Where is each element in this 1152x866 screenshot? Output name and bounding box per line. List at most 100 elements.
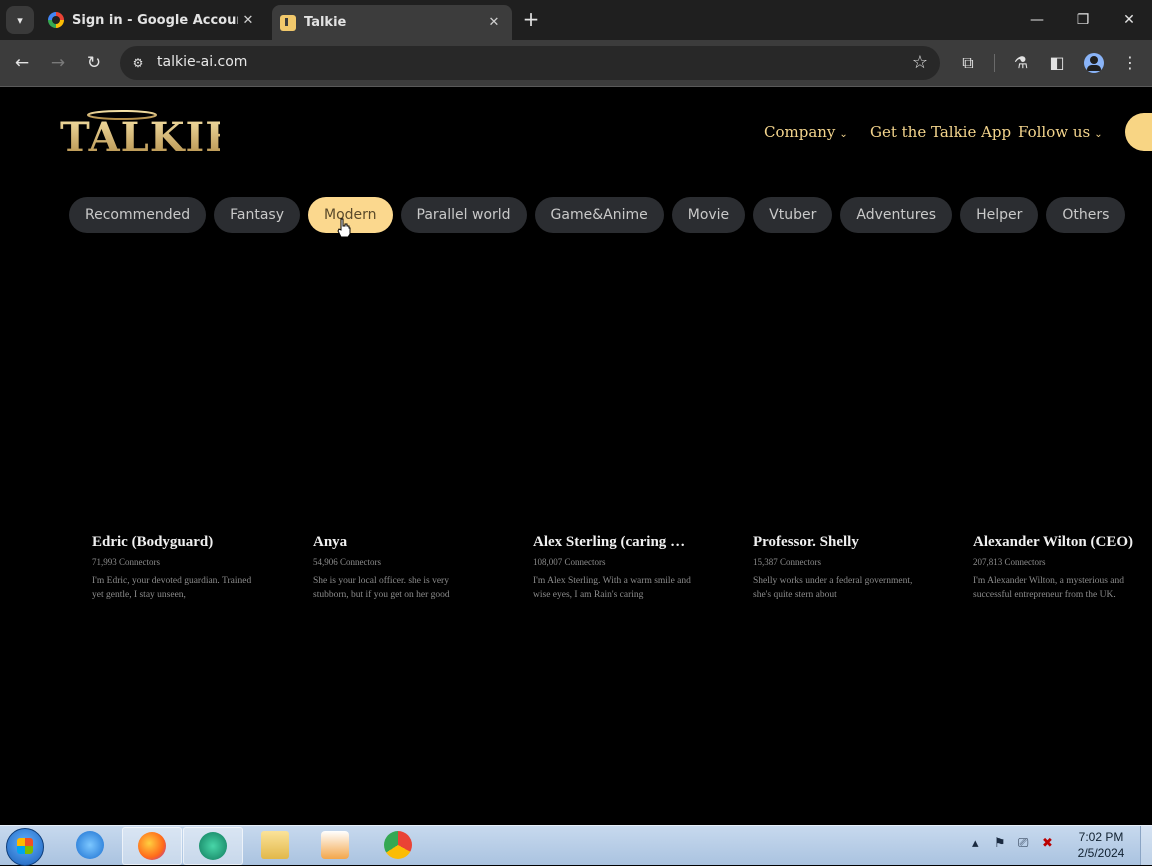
flask-icon: ⚗ <box>1013 53 1029 72</box>
arrow-left-icon: ← <box>14 53 30 73</box>
system-clock[interactable]: 7:02 PM 2/5/2024 <box>1072 829 1130 861</box>
close-icon: ✕ <box>1123 12 1135 28</box>
restore-icon: ❐ <box>1076 12 1090 28</box>
forward-button[interactable]: → <box>46 51 70 75</box>
back-button[interactable]: ← <box>10 51 34 75</box>
toolbar-divider <box>994 54 995 72</box>
nav-company[interactable]: Company ⌄ <box>764 123 848 141</box>
character-connectors: 207,813 Connectors <box>973 557 1046 567</box>
media-player-icon <box>321 831 349 859</box>
character-card[interactable]: Edric (Bodyguard) 71,993 Connectors I'm … <box>92 534 292 602</box>
more-vert-icon: ⋮ <box>1122 53 1138 72</box>
reload-icon: ↻ <box>86 53 102 73</box>
firefox-icon <box>138 832 166 860</box>
nav-get-app[interactable]: Get the Talkie App <box>870 123 1011 141</box>
hand-cursor-icon <box>337 218 351 238</box>
category-chip-game-anime[interactable]: Game&Anime <box>534 197 664 233</box>
puzzle-icon: ⧉ <box>962 53 974 72</box>
character-connectors: 71,993 Connectors <box>92 557 160 567</box>
logo-text: TALKIE <box>60 114 220 159</box>
chevron-down-icon: ⌄ <box>839 129 848 140</box>
browser-toolbar: ← → ↻ ⚙ talkie-ai.com ☆ ⧉ ⚗ ◧ ⋮ <box>0 40 1152 87</box>
chrome-icon <box>384 831 412 859</box>
action-center-icon[interactable]: ⚑ <box>994 836 1006 851</box>
taskbar-internet-explorer[interactable] <box>61 827 119 863</box>
login-button[interactable] <box>1125 113 1152 151</box>
chrome-menu-button[interactable]: ⋮ <box>1118 51 1142 75</box>
category-chip-others[interactable]: Others <box>1046 197 1126 233</box>
windows-taskbar: ▴ ⚑ ⎚ ✖ 7:02 PM 2/5/2024 <box>0 825 1152 866</box>
character-connectors: 54,906 Connectors <box>313 557 381 567</box>
character-connectors: 15,387 Connectors <box>753 557 821 567</box>
side-panel-icon: ◧ <box>1049 53 1065 72</box>
tab-title: Sign in - Google Accounts <box>72 12 238 28</box>
google-favicon-icon <box>48 12 64 28</box>
category-chip-parallel-world[interactable]: Parallel world <box>400 197 527 233</box>
talkie-logo[interactable]: TALKIE <box>60 109 220 159</box>
character-card[interactable]: Professor. Shelly 15,387 Connectors Shel… <box>753 534 953 602</box>
character-name: Anya <box>313 534 348 550</box>
site-info-icon[interactable]: ⚙ <box>130 55 146 71</box>
character-card[interactable]: Alex Sterling (caring brother) 108,007 C… <box>533 534 693 602</box>
arrow-right-icon: → <box>50 53 66 73</box>
nav-get-app-label: Get the Talkie App <box>870 123 1012 141</box>
extensions-button[interactable]: ⧉ <box>956 51 980 75</box>
tab-title: Talkie <box>304 15 347 30</box>
character-name: Alexander Wilton (CEO) <box>973 534 1134 550</box>
triangle-up-icon: ▴ <box>972 836 979 851</box>
taskbar-file-explorer[interactable] <box>246 827 304 863</box>
chevron-down-icon: ▾ <box>17 13 23 27</box>
category-chips: Recommended Fantasy Modern Parallel worl… <box>69 197 1126 233</box>
close-window-button[interactable]: ✕ <box>1114 8 1144 32</box>
network-icon[interactable]: ⎚ <box>1018 836 1028 851</box>
show-desktop-button[interactable] <box>1140 826 1152 865</box>
restore-window-button[interactable]: ❐ <box>1068 8 1098 32</box>
character-connectors: 108,007 Connectors <box>533 557 606 567</box>
bookmark-star-icon[interactable]: ☆ <box>912 52 928 73</box>
url-text[interactable]: talkie-ai.com <box>157 54 247 70</box>
category-chip-adventures[interactable]: Adventures <box>840 197 953 233</box>
internet-explorer-icon <box>76 831 104 859</box>
show-hidden-icons-button[interactable]: ▴ <box>972 836 979 851</box>
volume-muted-icon[interactable]: ✖ <box>1042 836 1053 851</box>
tab-talkie[interactable]: Talkie ✕ <box>272 5 512 40</box>
category-chip-fantasy[interactable]: Fantasy <box>214 197 300 233</box>
nav-follow-us[interactable]: Follow us ⌄ <box>1018 123 1103 141</box>
character-description: She is your local officer. she is very s… <box>313 576 450 600</box>
character-description: I'm Alex Sterling. With a warm smile and… <box>533 576 691 600</box>
tab-search-button[interactable]: ▾ <box>6 6 34 34</box>
category-chip-recommended[interactable]: Recommended <box>69 197 207 233</box>
character-card[interactable]: Alexander Wilton (CEO) 207,813 Connector… <box>973 534 1148 602</box>
clock-time: 7:02 PM <box>1078 830 1124 844</box>
taskbar-chat-app[interactable] <box>183 827 243 865</box>
category-chip-vtuber[interactable]: Vtuber <box>753 197 833 233</box>
browser-title-bar: ▾ Sign in - Google Accounts ✕ Talkie ✕ +… <box>0 0 1152 40</box>
chevron-down-icon: ⌄ <box>1094 129 1103 140</box>
character-name: Professor. Shelly <box>753 534 859 550</box>
character-card[interactable]: Anya 54,906 Connectors She is your local… <box>313 534 513 602</box>
character-description: I'm Edric, your devoted guardian. Traine… <box>92 576 252 600</box>
reload-button[interactable]: ↻ <box>82 51 106 75</box>
nav-company-label: Company <box>764 123 836 141</box>
windows-logo-icon <box>17 838 33 854</box>
minimize-window-button[interactable]: — <box>1022 8 1052 32</box>
clock-date: 2/5/2024 <box>1077 846 1125 860</box>
tab-google-sign-in[interactable]: Sign in - Google Accounts ✕ <box>40 4 266 36</box>
talkie-logo-mark: TALKIE <box>60 110 220 159</box>
talkie-page: TALKIE Company ⌄ Get the Talkie App Follo… <box>0 87 1152 825</box>
category-chip-movie[interactable]: Movie <box>671 197 746 233</box>
close-icon[interactable]: ✕ <box>484 15 504 30</box>
talkie-favicon-icon <box>280 14 296 31</box>
profile-avatar[interactable] <box>1084 53 1104 73</box>
start-button[interactable] <box>6 828 44 866</box>
new-tab-button[interactable]: + <box>520 8 542 30</box>
minimize-icon: — <box>1030 12 1044 28</box>
taskbar-chrome[interactable] <box>369 827 427 863</box>
taskbar-firefox[interactable] <box>122 827 182 865</box>
side-panel-button[interactable]: ◧ <box>1045 51 1069 75</box>
category-chip-helper[interactable]: Helper <box>960 197 1039 233</box>
address-bar[interactable]: ⚙ talkie-ai.com ☆ <box>120 46 940 80</box>
labs-button[interactable]: ⚗ <box>1009 51 1033 75</box>
close-icon[interactable]: ✕ <box>238 13 258 28</box>
taskbar-media-player[interactable] <box>306 827 364 863</box>
